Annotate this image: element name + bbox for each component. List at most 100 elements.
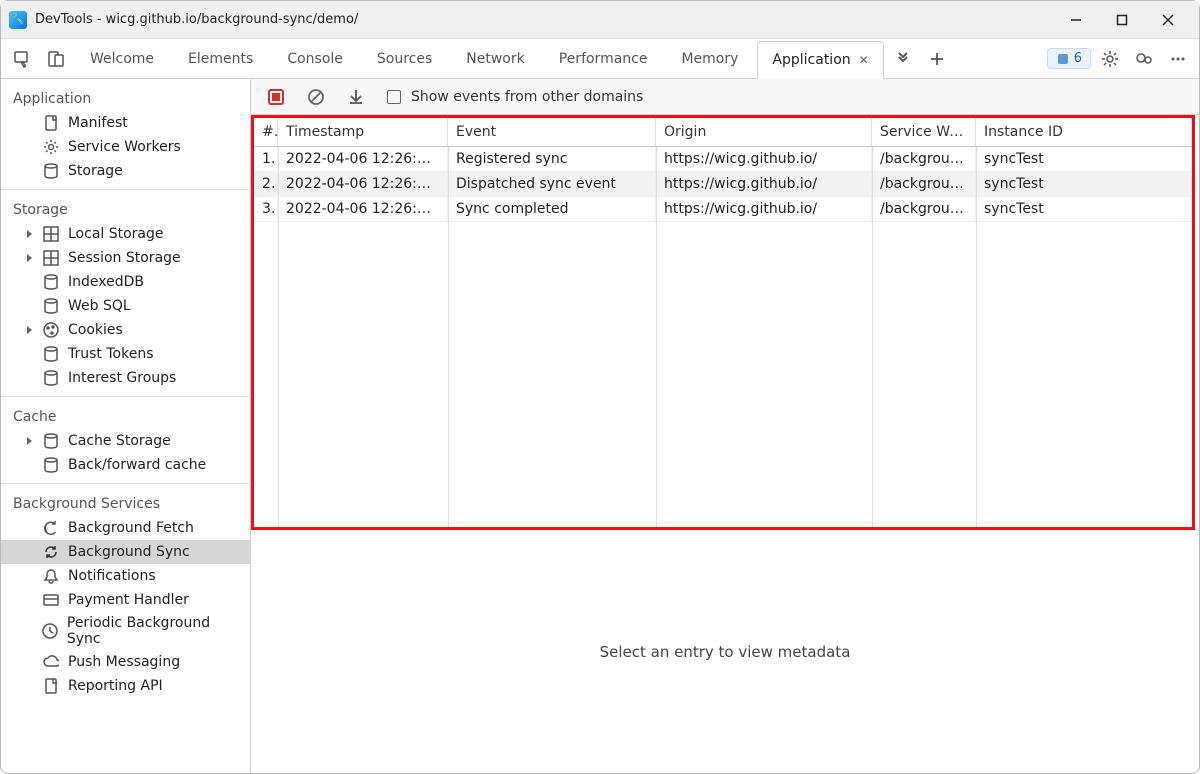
record-button[interactable] — [261, 83, 291, 111]
sidebar-item-background-fetch[interactable]: Background Fetch — [1, 516, 250, 540]
sync-icon — [42, 543, 60, 561]
cell: syncTest — [976, 172, 1192, 197]
sidebar-item-background-sync[interactable]: Background Sync — [1, 540, 250, 564]
issues-badge[interactable]: 6 — [1047, 48, 1091, 69]
sidebar-item-websql[interactable]: Web SQL — [1, 294, 250, 318]
minimize-button[interactable] — [1053, 5, 1099, 35]
sidebar-item-indexeddb[interactable]: IndexedDB — [1, 270, 250, 294]
sidebar-item-service-workers[interactable]: Service Workers — [1, 135, 250, 159]
gear-icon — [42, 138, 60, 156]
sidebar-item-notifications[interactable]: Notifications — [1, 564, 250, 588]
tab-console[interactable]: Console — [272, 40, 358, 78]
inspect-icon[interactable] — [7, 45, 37, 73]
tab-application[interactable]: Application ✕ — [757, 41, 883, 79]
tab-network[interactable]: Network — [451, 40, 539, 78]
app-icon: 🔧 — [9, 11, 27, 29]
save-button[interactable] — [341, 83, 371, 111]
database-icon — [42, 345, 60, 363]
close-button[interactable] — [1145, 5, 1191, 35]
issues-count: 6 — [1074, 51, 1082, 66]
sidebar-item-label: Service Workers — [68, 139, 181, 155]
database-icon — [42, 162, 60, 180]
table-row[interactable]: 2 2022-04-06 12:26:08.0... Dispatched sy… — [254, 172, 1192, 197]
events-toolbar: Show events from other domains — [251, 79, 1199, 115]
document-icon — [42, 677, 60, 695]
cell: 2 — [254, 172, 278, 197]
tab-label: Application — [772, 52, 850, 68]
sidebar-item-label: Trust Tokens — [68, 346, 153, 362]
clear-button[interactable] — [301, 83, 331, 111]
col-timestamp[interactable]: Timestamp — [278, 118, 448, 146]
sync-icon — [42, 519, 60, 537]
metadata-placeholder-text: Select an entry to view metadata — [600, 643, 851, 661]
col-num[interactable]: # — [254, 118, 278, 146]
cell: Sync completed — [448, 197, 656, 222]
cookie-icon — [42, 321, 60, 339]
col-scope[interactable]: Service Wor... — [872, 118, 976, 146]
section-heading-bgservices: Background Services — [1, 490, 250, 516]
more-tabs-icon[interactable] — [888, 45, 918, 73]
col-instance[interactable]: Instance ID — [976, 118, 1192, 146]
bell-icon — [42, 567, 60, 585]
feedback-icon[interactable] — [1129, 50, 1159, 68]
cell: /backgroun... — [872, 147, 976, 172]
cell: Registered sync — [448, 147, 656, 172]
tab-sources[interactable]: Sources — [362, 40, 447, 78]
section-heading-storage: Storage — [1, 196, 250, 222]
tab-welcome[interactable]: Welcome — [75, 40, 169, 78]
database-icon — [42, 297, 60, 315]
new-tab-icon[interactable] — [922, 45, 952, 73]
sidebar-item-reporting-api[interactable]: Reporting API — [1, 674, 250, 698]
metadata-placeholder: Select an entry to view metadata — [251, 530, 1199, 773]
sidebar-item-trust-tokens[interactable]: Trust Tokens — [1, 342, 250, 366]
cell: https://wicg.github.io/ — [656, 172, 872, 197]
sidebar-item-payment-handler[interactable]: Payment Handler — [1, 588, 250, 612]
sidebar-item-manifest[interactable]: Manifest — [1, 111, 250, 135]
table-row[interactable]: 3 2022-04-06 12:26:08.0... Sync complete… — [254, 197, 1192, 222]
sidebar-item-push-messaging[interactable]: Push Messaging — [1, 650, 250, 674]
cell: 1 — [254, 147, 278, 172]
sidebar-item-session-storage[interactable]: Session Storage — [1, 246, 250, 270]
sidebar-item-label: Storage — [68, 163, 123, 179]
settings-icon[interactable] — [1095, 50, 1125, 68]
sidebar-item-storage[interactable]: Storage — [1, 159, 250, 183]
cell: 3 — [254, 197, 278, 222]
database-icon — [42, 432, 60, 450]
sidebar-item-label: Interest Groups — [68, 370, 176, 386]
col-event[interactable]: Event — [448, 118, 656, 146]
grid-icon — [42, 225, 60, 243]
document-icon — [42, 114, 60, 132]
sidebar-item-interest-groups[interactable]: Interest Groups — [1, 366, 250, 390]
tab-label: Elements — [188, 51, 253, 67]
tab-performance[interactable]: Performance — [544, 40, 663, 78]
maximize-button[interactable] — [1099, 5, 1145, 35]
sidebar-item-label: Web SQL — [68, 298, 131, 314]
database-icon — [42, 456, 60, 474]
tab-label: Console — [287, 51, 343, 67]
tab-label: Network — [466, 51, 524, 67]
close-icon[interactable]: ✕ — [859, 53, 869, 67]
cell: Dispatched sync event — [448, 172, 656, 197]
cell: /backgroun... — [872, 172, 976, 197]
sidebar-item-label: Session Storage — [68, 250, 181, 266]
sidebar-item-periodic-sync[interactable]: Periodic Background Sync — [1, 612, 250, 650]
more-icon[interactable] — [1163, 51, 1193, 67]
sidebar-item-bfcache[interactable]: Back/forward cache — [1, 453, 250, 477]
application-sidebar: Application Manifest Service Workers Sto… — [1, 79, 251, 773]
sidebar-item-label: Cookies — [68, 322, 123, 338]
tab-elements[interactable]: Elements — [173, 40, 268, 78]
events-table-highlight: # Timestamp Event Origin Service Wor... … — [251, 115, 1195, 530]
device-toolbar-icon[interactable] — [41, 45, 71, 73]
grid-icon — [42, 249, 60, 267]
sidebar-item-cookies[interactable]: Cookies — [1, 318, 250, 342]
tab-memory[interactable]: Memory — [666, 40, 753, 78]
table-row[interactable]: 1 2022-04-06 12:26:08.0... Registered sy… — [254, 147, 1192, 172]
tab-label: Performance — [559, 51, 648, 67]
clock-icon — [42, 622, 59, 640]
sidebar-item-label: Notifications — [68, 568, 156, 584]
col-origin[interactable]: Origin — [656, 118, 872, 146]
tab-label: Welcome — [90, 51, 154, 67]
sidebar-item-cache-storage[interactable]: Cache Storage — [1, 429, 250, 453]
sidebar-item-local-storage[interactable]: Local Storage — [1, 222, 250, 246]
show-other-domains-checkbox[interactable] — [387, 90, 401, 104]
